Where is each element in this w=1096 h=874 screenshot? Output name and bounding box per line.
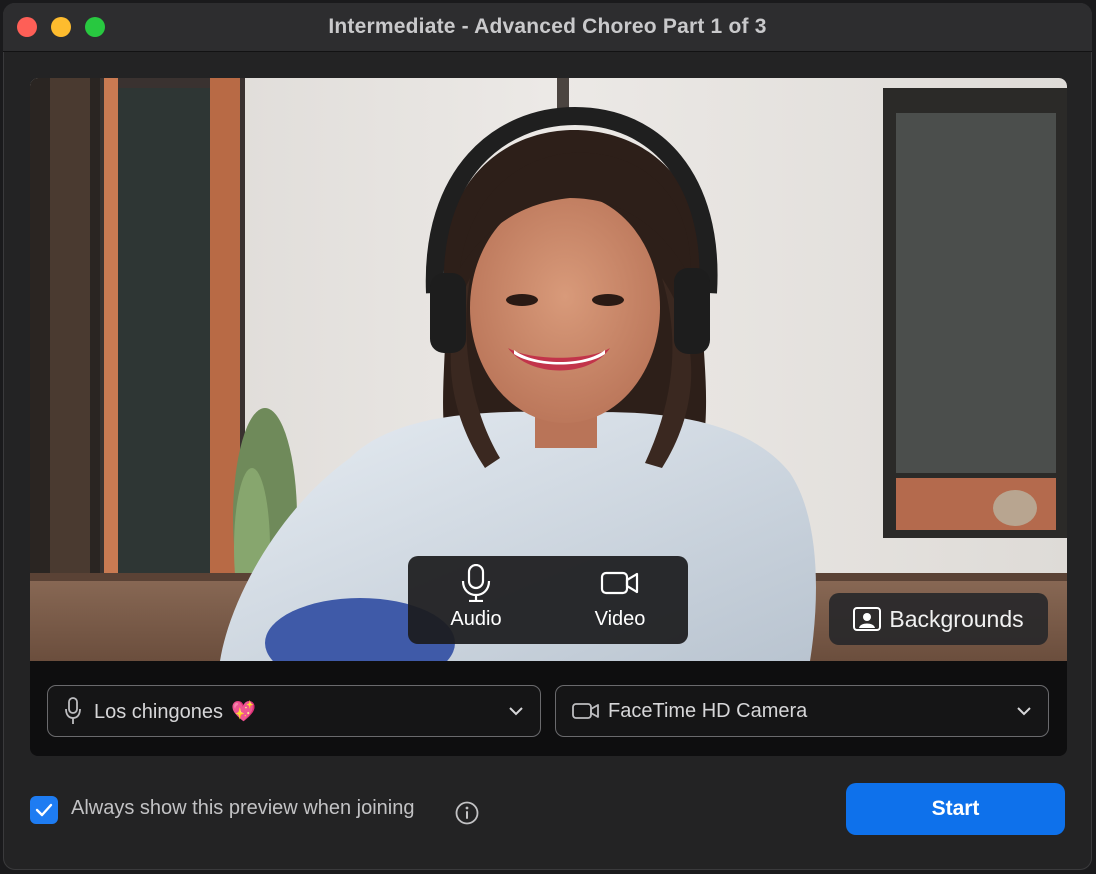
backgrounds-button[interactable]: Backgrounds <box>829 593 1048 645</box>
microphone-select[interactable]: Los chingones 💖 <box>47 685 541 737</box>
always-show-preview-label: Always show this preview when joining <box>71 797 415 819</box>
video-button[interactable]: Video <box>560 564 680 638</box>
video-camera-icon <box>572 703 599 719</box>
window-title: Intermediate - Advanced Choreo Part 1 of… <box>328 15 767 38</box>
audio-label: Audio <box>450 608 502 630</box>
camera-select[interactable]: FaceTime HD Camera <box>555 685 1049 737</box>
camera-select-value: FaceTime HD Camera <box>608 699 808 722</box>
chevron-down-icon <box>1017 707 1031 716</box>
always-show-preview-checkbox[interactable] <box>30 796 58 824</box>
zoom-preview-window: Intermediate - Advanced Choreo Part 1 of… <box>3 3 1092 870</box>
video-camera-icon <box>600 571 639 595</box>
heart-emoji: 💖 <box>230 700 256 723</box>
chevron-down-icon <box>509 707 523 716</box>
video-label: Video <box>594 608 646 630</box>
audio-video-controls: Audio Video <box>408 556 688 644</box>
info-icon[interactable] <box>455 801 479 825</box>
title-bar: Intermediate - Advanced Choreo Part 1 of… <box>3 3 1092 52</box>
start-button[interactable]: Start <box>846 783 1065 835</box>
background-portrait-icon <box>853 607 882 631</box>
checkmark-icon <box>35 803 53 817</box>
microphone-select-value: Los chingones 💖 <box>94 700 256 723</box>
video-preview-panel: Audio Video Backgrounds Los chingones 💖 … <box>30 78 1067 756</box>
audio-button[interactable]: Audio <box>416 564 536 638</box>
microphone-icon <box>461 564 491 602</box>
backgrounds-label: Backgrounds <box>889 605 1024 632</box>
microphone-icon <box>65 697 81 724</box>
